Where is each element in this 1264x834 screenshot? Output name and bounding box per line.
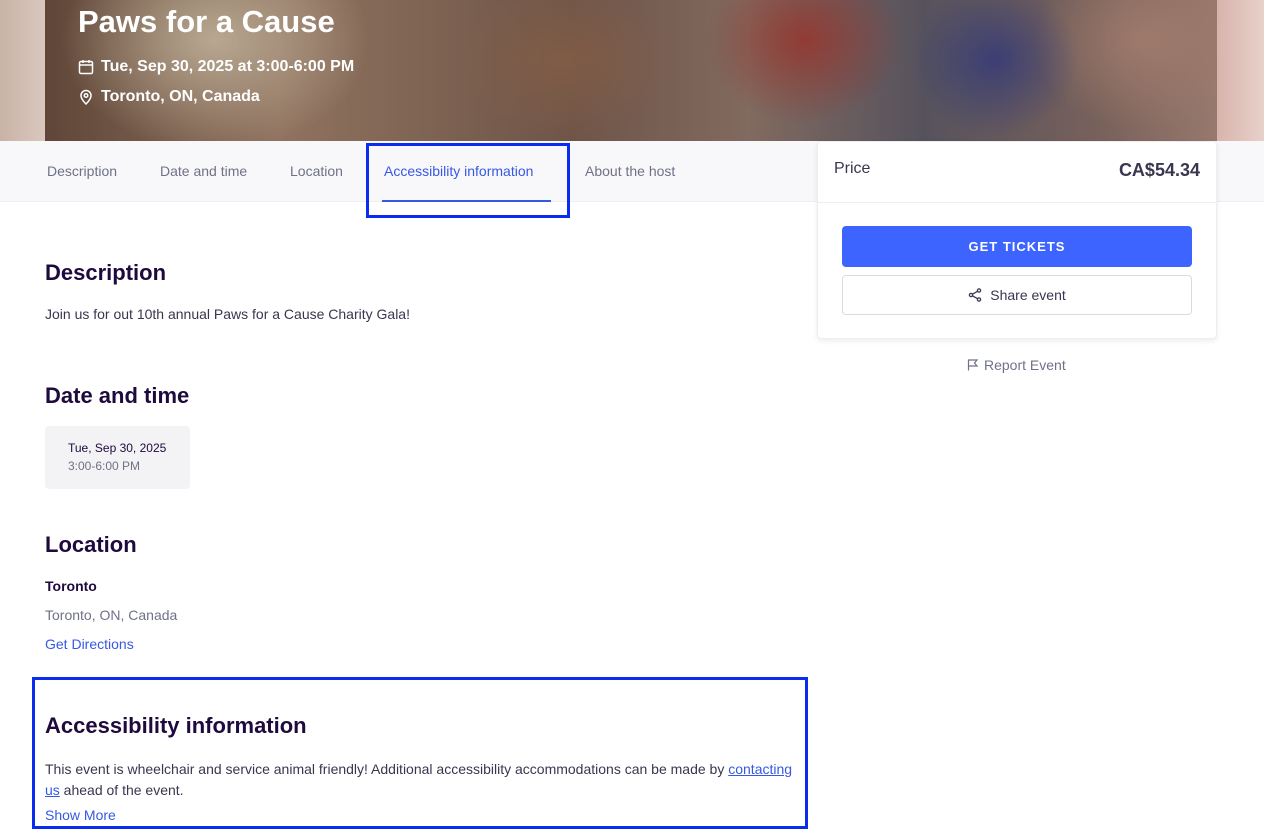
map-pin-icon [80, 89, 92, 105]
price-value: CA$54.34 [1118, 160, 1200, 180]
report-event-label: Report Event [984, 357, 1066, 373]
hero-location-text: Toronto, ON, Canada [101, 88, 260, 105]
highlight-box-accessibility [32, 677, 808, 829]
share-event-label: Share event [990, 287, 1066, 303]
date-chip-date: Tue, Sep 30, 2025 [68, 441, 167, 455]
price-row: Price CA$54.34 [818, 142, 1216, 203]
share-icon [968, 288, 982, 302]
hero-right-edge [1217, 0, 1264, 141]
date-time-heading: Date and time [45, 383, 190, 408]
location-address: Toronto, ON, Canada [45, 607, 178, 623]
description-text: Join us for out 10th annual Paws for a C… [45, 306, 410, 322]
get-directions-link[interactable]: Get Directions [45, 636, 134, 652]
hero-left-edge [0, 0, 45, 141]
location-name: Toronto [45, 578, 97, 594]
location-heading: Location [45, 532, 137, 557]
date-chip-time: 3:00-6:00 PM [68, 459, 141, 473]
share-event-button[interactable]: Share event [842, 275, 1192, 315]
tab-description[interactable]: Description [47, 163, 117, 179]
hero-date-text: Tue, Sep 30, 2025 at 3:00-6:00 PM [101, 58, 355, 75]
hero-date-row: Tue, Sep 30, 2025 at 3:00-6:00 PM [78, 58, 354, 76]
calendar-icon [78, 60, 94, 75]
tab-date-and-time[interactable]: Date and time [160, 163, 247, 179]
report-event-link[interactable]: Report Event [967, 357, 1066, 373]
get-tickets-button[interactable]: GET TICKETS [842, 226, 1192, 267]
ticket-card: Price CA$54.34 GET TICKETS Share event [817, 141, 1217, 339]
tab-location[interactable]: Location [290, 163, 343, 179]
date-chip[interactable]: Tue, Sep 30, 2025 3:00-6:00 PM [45, 426, 190, 489]
price-label: Price [834, 160, 871, 177]
tab-about-the-host[interactable]: About the host [585, 163, 675, 179]
description-heading: Description [45, 260, 167, 285]
highlight-box-tab [366, 143, 570, 218]
event-title: Paws for a Cause [78, 4, 335, 39]
hero-location-row: Toronto, ON, Canada [78, 88, 260, 106]
flag-icon [967, 359, 979, 371]
